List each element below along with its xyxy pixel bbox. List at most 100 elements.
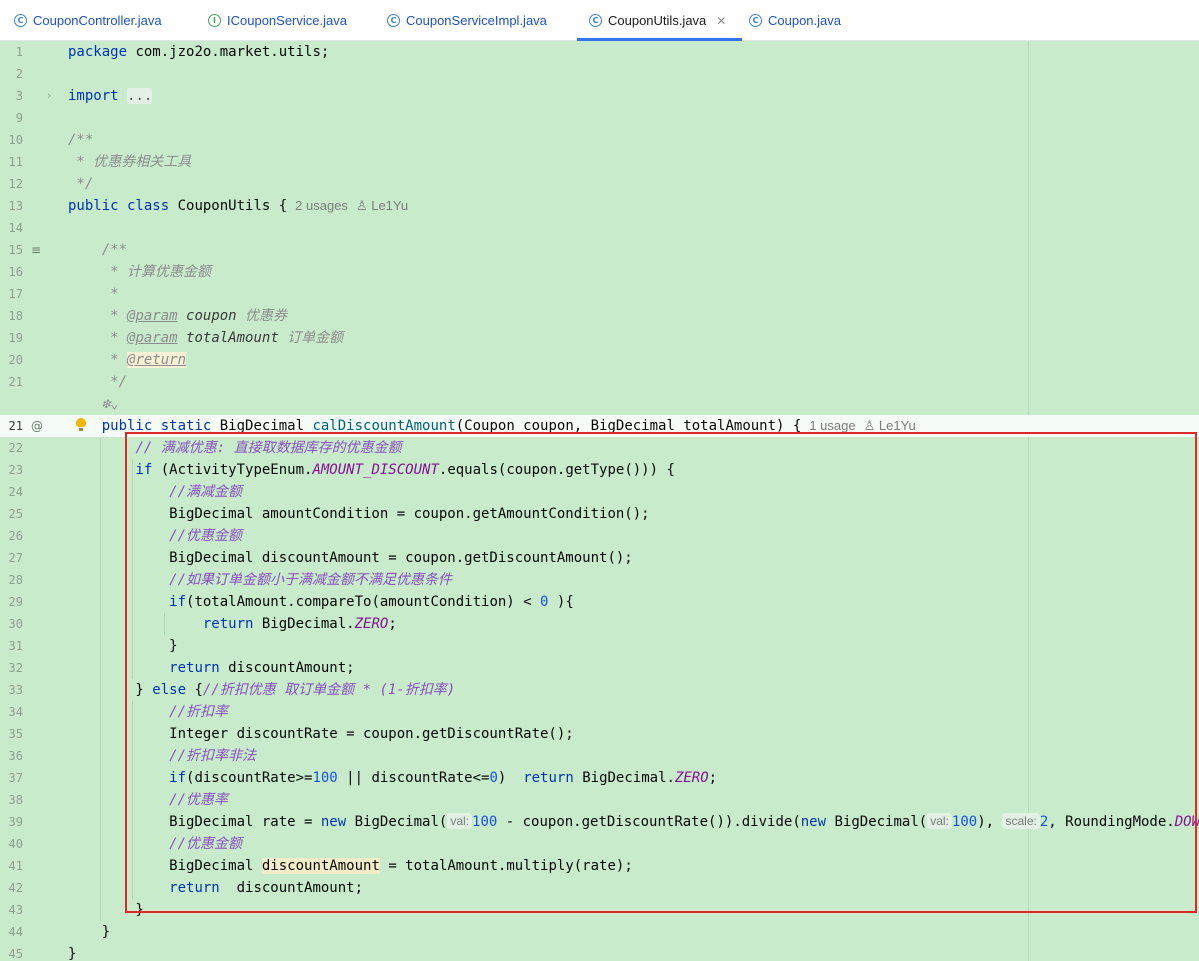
line-number[interactable]: 35 [0,723,23,745]
code-content[interactable]: BigDecimal discountAmount = coupon.getDi… [68,547,633,569]
line-number[interactable]: 42 [0,877,23,899]
line-number[interactable]: 18 [0,305,23,327]
line-number[interactable]: 27 [0,547,23,569]
code-content[interactable]: if (ActivityTypeEnum.AMOUNT_DISCOUNT.equ… [68,459,674,481]
code-content[interactable]: /** [68,129,93,151]
code-line[interactable]: 43 } [0,899,1199,921]
code-content[interactable]: BigDecimal rate = new BigDecimal(val: 100… [68,811,1199,833]
code-line[interactable]: 45} [0,943,1199,961]
code-line[interactable]: 34 //折扣率 [0,701,1199,723]
line-number[interactable]: 23 [0,459,23,481]
code-line[interactable]: 24 //满减金额 [0,481,1199,503]
code-content[interactable]: } [68,943,76,961]
code-content[interactable]: //折扣率 [68,701,228,723]
code-line[interactable]: 32 return discountAmount; [0,657,1199,679]
code-content[interactable]: * @param totalAmount 订单金额 [68,327,343,349]
tab-coupon-service-impl[interactable]: C CouponServiceImpl.java [387,0,547,41]
close-icon[interactable]: ✕ [716,14,726,28]
code-line[interactable]: 41 BigDecimal discountAmount = totalAmou… [0,855,1199,877]
code-editor[interactable]: 1 package com.jzo2o.market.utils; 2 3 › impor… [0,41,1199,961]
line-number[interactable]: 37 [0,767,23,789]
fold-expand-icon[interactable]: › [47,85,51,107]
code-line[interactable]: 29 if(totalAmount.compareTo(amountCondit… [0,591,1199,613]
line-number[interactable]: 39 [0,811,23,833]
annotation-at-icon[interactable]: @ [31,415,43,437]
line-number[interactable]: 40 [0,833,23,855]
code-line[interactable]: 13 public class CouponUtils {2 usages ♙ Le… [0,195,1199,217]
code-line[interactable]: 21 @ public static BigDecimal calDiscount… [0,415,1199,437]
tab-coupon[interactable]: C Coupon.java [749,0,841,41]
line-number[interactable]: 24 [0,481,23,503]
code-line[interactable]: 11 * 优惠券相关工具 [0,151,1199,173]
line-number[interactable]: 44 [0,921,23,943]
tab-icoupon-service[interactable]: I ICouponService.java [208,0,347,41]
line-number[interactable]: 14 [0,217,23,239]
line-number[interactable]: 32 [0,657,23,679]
code-content[interactable]: // 满减优惠: 直接取数据库存的优惠金额 [68,437,401,459]
line-number[interactable]: 12 [0,173,23,195]
tab-coupon-controller[interactable]: C CouponController.java [14,0,162,41]
line-number[interactable]: 29 [0,591,23,613]
code-content[interactable]: if(totalAmount.compareTo(amountCondition… [68,591,574,613]
code-content[interactable]: //折扣率非法 [68,745,256,767]
code-line[interactable]: 10 /** [0,129,1199,151]
code-content[interactable]: //优惠金额 [68,525,242,547]
line-number[interactable]: 15 [0,239,23,261]
code-content[interactable]: public class CouponUtils {2 usages ♙ Le1Y… [68,195,408,217]
usages-hint[interactable]: 1 usage [809,418,855,433]
author-hint[interactable]: ♙ Le1Yu [356,198,408,213]
line-number[interactable]: 36 [0,745,23,767]
code-content[interactable]: * 计算优惠金额 [68,261,211,283]
line-number[interactable]: 28 [0,569,23,591]
line-number[interactable]: 17 [0,283,23,305]
line-number[interactable]: 38 [0,789,23,811]
render-doc-icon[interactable]: ≡ [31,239,41,261]
code-content[interactable]: return discountAmount; [68,657,354,679]
code-content[interactable]: */ [68,173,93,195]
code-line[interactable]: 28 //如果订单金额小于满减金额不满足优惠条件 [0,569,1199,591]
code-line[interactable]: 40 //优惠金额 [0,833,1199,855]
code-line[interactable]: 3 › import ... [0,85,1199,107]
code-line[interactable]: 21 */ [0,371,1199,393]
line-number[interactable]: 31 [0,635,23,657]
code-content[interactable]: ❇⌄ [68,393,119,415]
code-line[interactable]: 23 if (ActivityTypeEnum.AMOUNT_DISCOUNT.… [0,459,1199,481]
code-content[interactable]: } [68,899,143,921]
code-line[interactable]: 9 [0,107,1199,129]
line-number[interactable]: 19 [0,327,23,349]
line-number[interactable]: 20 [0,349,23,371]
code-line[interactable]: 37 if(discountRate>=100 || discountRate<… [0,767,1199,789]
line-number[interactable]: 21 [0,371,23,393]
code-content[interactable]: BigDecimal discountAmount = totalAmount.… [68,855,633,877]
tab-coupon-utils[interactable]: C CouponUtils.java ✕ [576,0,743,41]
usages-hint[interactable]: 2 usages [295,198,348,213]
line-number[interactable]: 34 [0,701,23,723]
line-number[interactable]: 16 [0,261,23,283]
line-number[interactable]: 11 [0,151,23,173]
code-line[interactable]: 27 BigDecimal discountAmount = coupon.ge… [0,547,1199,569]
code-line[interactable]: 2 [0,63,1199,85]
code-line[interactable]: 31 } [0,635,1199,657]
line-number[interactable]: 45 [0,943,23,961]
code-content[interactable]: package com.jzo2o.market.utils; [68,41,329,63]
code-line[interactable]: 38 //优惠率 [0,789,1199,811]
code-content[interactable]: Integer discountRate = coupon.getDiscoun… [68,723,574,745]
line-number[interactable]: 26 [0,525,23,547]
line-number[interactable]: 22 [0,437,23,459]
line-number[interactable]: 9 [0,107,23,129]
line-number[interactable]: 25 [0,503,23,525]
author-hint[interactable]: ♙ Le1Yu [864,418,916,433]
line-number[interactable]: 1 [0,41,23,63]
line-number[interactable]: 43 [0,899,23,921]
line-number[interactable]: 3 [0,85,23,107]
code-content[interactable]: * [68,283,118,305]
folded-imports[interactable]: ... [127,88,153,104]
code-content[interactable]: BigDecimal amountCondition = coupon.getA… [68,503,649,525]
code-content[interactable]: return discountAmount; [68,877,363,899]
code-line[interactable]: 1 package com.jzo2o.market.utils; [0,41,1199,63]
code-content[interactable]: * @param coupon 优惠券 [68,305,287,327]
code-content[interactable]: /** [68,239,127,261]
code-line[interactable]: 25 BigDecimal amountCondition = coupon.g… [0,503,1199,525]
code-content[interactable]: * @return [68,349,187,371]
code-content[interactable]: return BigDecimal.ZERO; [68,613,397,635]
